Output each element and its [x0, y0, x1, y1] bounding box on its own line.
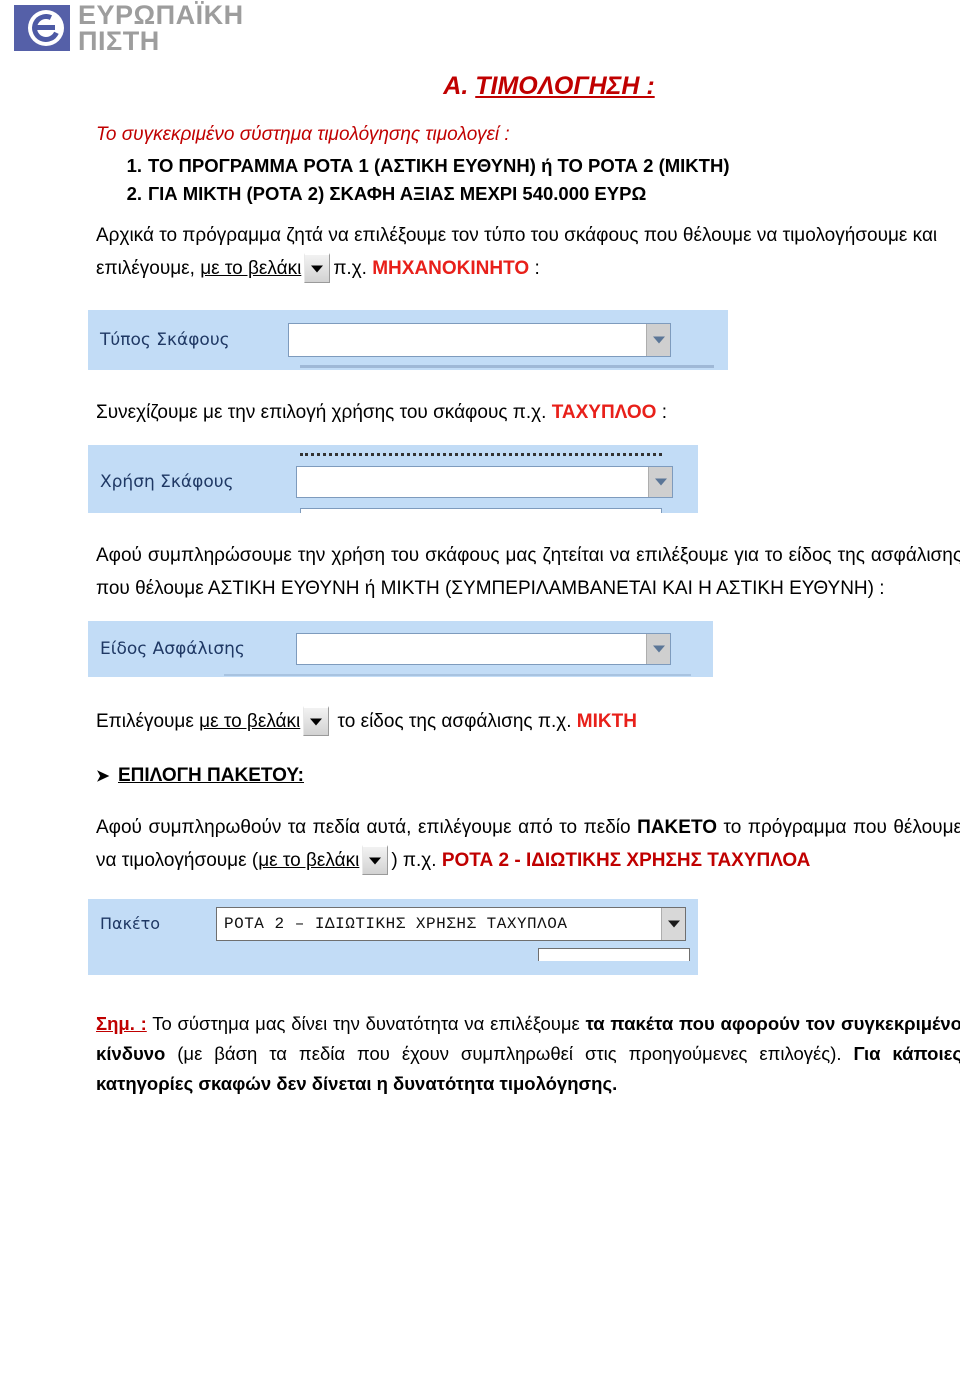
dropdown-arrow-icon — [303, 706, 330, 737]
paragraph-select-insurance: Επιλέγουμε με το βελάκι το είδος της ασφ… — [96, 705, 960, 738]
list-item: ΓΙΑ ΜΙΚΤΗ (ΡΟΤΑ 2) ΣΚΑΦΗ ΑΞΙΑΣ ΜΕΧΡΙ 540… — [118, 180, 647, 208]
highlight-value: ΜΗΧΑΝΟΚΙΝΗΤΟ — [372, 258, 530, 280]
paragraph-text: π.χ. — [333, 258, 373, 280]
field-label-xrisi-skafous: Χρήση Σκάφους — [100, 472, 234, 493]
section-heading-list: ΕΠΙΛΟΓΗ ΠΑΚΕΤΟΥ: — [96, 765, 960, 787]
europaiki-pisti-emblem-icon — [14, 5, 70, 52]
paragraph-text: Επιλέγουμε — [96, 711, 200, 733]
list-item: ΤΟ ΠΡΟΓΡΑΜΜΑ ΡΟΤΑ 1 (ΑΣΤΙΚΗ ΕΥΘΥΝΗ) ή ΤΟ… — [118, 152, 730, 180]
field-label-paketo: Πακέτο — [100, 914, 161, 934]
paragraph-vessel-use: Συνεχίζουμε με την επιλογή χρήσης του σκ… — [96, 396, 960, 429]
chevron-down-icon[interactable] — [646, 323, 670, 356]
page-title: Α. ΤΙΜΟΛΟΓΗΣΗ : — [96, 72, 960, 101]
chevron-down-icon[interactable] — [661, 908, 685, 941]
arrow-hint-label: με το βελάκι — [258, 849, 360, 871]
brand-logo: ΕΥΡΩΠΑΪΚΗ ΠΙΣΤΗ — [14, 2, 244, 57]
screenshot-eidos-asfalisis: Είδος Ασφάλισης — [88, 621, 713, 678]
screenshot-xrisi-skafous: Χρήση Σκάφους — [88, 444, 698, 513]
document-body: Α. ΤΙΜΟΛΟΓΗΣΗ : Το συγκεκριμένο σύστημα … — [88, 72, 960, 1118]
arrow-hint-label: με το βελάκι — [199, 711, 301, 733]
page-title-main: ΤΙΜΟΛΟΓΗΣΗ : — [475, 72, 655, 100]
highlight-value: ΡΟΤΑ 2 - ΙΔΙΩΤΙΚΗΣ ΧΡΗΣΗΣ ΤΑΧΥΠΛΟΑ — [441, 849, 811, 871]
highlight-value: ΜΙΚΤΗ — [576, 711, 637, 733]
lead-text: Το συγκεκριμένο σύστημα τιμολόγησης τιμο… — [96, 124, 510, 145]
partial-field-below — [300, 507, 662, 513]
combobox-xrisi-skafous[interactable] — [296, 466, 673, 499]
field-label-tipos-skafous: Τύπος Σκάφους — [100, 329, 230, 350]
numbered-list: ΤΟ ΠΡΟΓΡΑΜΜΑ ΡΟΤΑ 1 (ΑΣΤΙΚΗ ΕΥΘΥΝΗ) ή ΤΟ… — [96, 152, 960, 209]
combobox-paketo[interactable]: ΡΟΤΑ 2 – ΙΔΙΩΤΙΚΗΣ ΧΡΗΣΗΣ ΤΑΧΥΠΛΟΑ — [216, 907, 686, 942]
partial-field-below — [208, 947, 694, 962]
section-heading-label: ΕΠΙΛΟΓΗ ΠΑΚΕΤΟΥ: — [118, 764, 304, 786]
shot-edge-line — [224, 674, 691, 677]
arrow-hint-label: με το βελάκι — [200, 258, 302, 280]
note-paragraph: Σημ. : Το σύστημα μας δίνει την δυνατότη… — [96, 1009, 960, 1099]
paragraph-package-choice: Αφού συμπληρωθούν τα πεδία αυτά, επιλέγο… — [96, 811, 960, 878]
paragraph-vessel-type: Αρχικά το πρόγραμμα ζητά να επιλέξουμε τ… — [96, 219, 960, 286]
paragraph-text: : — [529, 258, 540, 280]
combobox-eidos-asfalisis[interactable] — [296, 633, 671, 666]
dropdown-arrow-icon — [362, 844, 389, 875]
highlight-value: ΤΑΧΥΠΛΟΟ — [551, 401, 657, 423]
section-heading-package: ΕΠΙΛΟΓΗ ΠΑΚΕΤΟΥ: — [96, 764, 960, 787]
chevron-down-icon[interactable] — [646, 634, 670, 665]
partial-field-above — [300, 452, 662, 456]
paragraph-text: : — [656, 401, 667, 423]
paragraph-text: το είδος της ασφάλισης π.χ. — [332, 711, 577, 733]
field-label-eidos-asfalisis: Είδος Ασφάλισης — [100, 639, 245, 660]
brand-name: ΕΥΡΩΠΑΪΚΗ ΠΙΣΤΗ — [78, 2, 244, 57]
chevron-down-icon[interactable] — [648, 467, 672, 498]
paragraph-text: Το σύστημα μας δίνει την δυνατότητα να ε… — [146, 1013, 586, 1035]
brand-name-line2: ΠΙΣΤΗ — [78, 26, 160, 57]
paragraph-text: ) π.χ. — [391, 849, 442, 871]
screenshot-tipos-skafous: Τύπος Σκάφους — [88, 309, 728, 370]
paragraph-text: (με βάση τα πεδία που έχουν συμπληρωθεί … — [165, 1043, 854, 1065]
dropdown-arrow-icon — [304, 253, 331, 284]
combobox-tipos-skafous[interactable] — [288, 322, 671, 357]
paragraph-insurance-type: Αφού συμπληρώσουμε την χρήση του σκάφους… — [96, 544, 960, 600]
page-title-prefix: Α. — [443, 72, 476, 100]
field-reference: ΠΑΚΕΤΟ — [637, 816, 717, 838]
screenshot-paketo: Πακέτο ΡΟΤΑ 2 – ΙΔΙΩΤΙΚΗΣ ΧΡΗΣΗΣ ΤΑΧΥΠΛΟ… — [88, 899, 698, 976]
note-label: Σημ. : — [96, 1013, 147, 1035]
combobox-value: ΡΟΤΑ 2 – ΙΔΙΩΤΙΚΗΣ ΧΡΗΣΗΣ ΤΑΧΥΠΛΟΑ — [224, 915, 568, 934]
shot-edge-line — [300, 364, 714, 368]
paragraph-text: Συνεχίζουμε με την επιλογή χρήσης του σκ… — [96, 401, 552, 423]
paragraph-text: Αφού συμπληρωθούν τα πεδία αυτά, επιλέγο… — [96, 816, 638, 838]
